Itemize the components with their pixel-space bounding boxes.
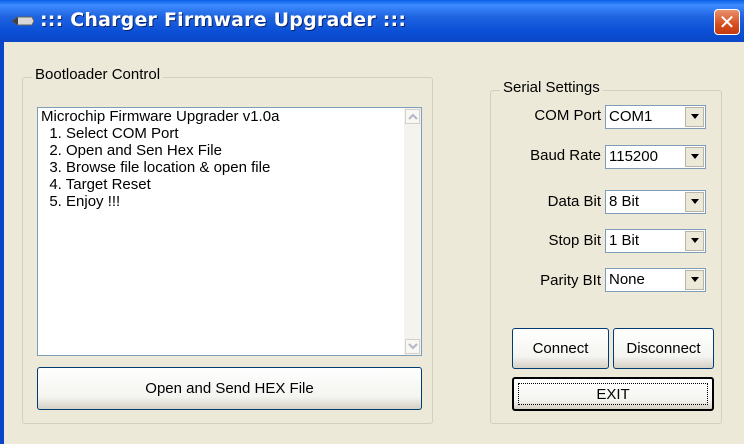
pen-icon: [12, 16, 34, 26]
parity-bit-label: Parity BIt: [540, 272, 601, 289]
bootloader-group-label: Bootloader Control: [32, 66, 164, 83]
window-frame-left: [0, 42, 4, 444]
log-line: 4. Target Reset: [41, 176, 151, 193]
vertical-scrollbar[interactable]: [404, 108, 421, 355]
com-port-dropdown-button[interactable]: [685, 107, 704, 127]
chevron-down-icon: [691, 199, 699, 204]
log-line: 1. Select COM Port: [41, 125, 179, 142]
stop-bit-dropdown-button[interactable]: [685, 231, 704, 251]
disconnect-button[interactable]: Disconnect: [613, 328, 714, 369]
connect-label: Connect: [532, 340, 589, 357]
com-port-label: COM Port: [534, 107, 601, 124]
baud-rate-value: 115200: [609, 148, 658, 165]
log-line: 5. Enjoy !!!: [41, 193, 121, 210]
baud-rate-dropdown-button[interactable]: [685, 147, 704, 167]
close-icon: ✕: [718, 10, 736, 34]
log-line: 2. Open and Sen Hex File: [41, 142, 222, 159]
scroll-down-icon: [408, 343, 418, 350]
chevron-down-icon: [691, 277, 699, 282]
parity-bit-dropdown-button[interactable]: [685, 270, 704, 290]
baud-rate-select[interactable]: 115200: [605, 145, 706, 169]
serial-settings-group-label: Serial Settings: [500, 79, 603, 96]
connect-button[interactable]: Connect: [512, 328, 609, 369]
exit-button[interactable]: EXIT: [512, 377, 714, 411]
stop-bit-select[interactable]: 1 Bit: [605, 229, 706, 253]
scroll-up-icon: [408, 113, 418, 120]
com-port-select[interactable]: COM1: [605, 105, 706, 129]
serial-settings-group: [490, 90, 722, 424]
parity-bit-select[interactable]: None: [605, 268, 706, 292]
data-bit-value: 8 Bit: [609, 193, 640, 210]
parity-bit-value: None: [609, 271, 645, 288]
scroll-up-button[interactable]: [405, 109, 420, 124]
log-textarea[interactable]: Microchip Firmware Upgrader v1.0a 1. Sel…: [37, 107, 422, 356]
open-send-hex-button[interactable]: Open and Send HEX File: [37, 367, 422, 410]
data-bit-label: Data Bit: [547, 193, 601, 210]
com-port-value: COM1: [609, 108, 653, 125]
stop-bit-value: 1 Bit: [609, 232, 640, 249]
stop-bit-label: Stop Bit: [548, 232, 601, 249]
close-button[interactable]: ✕: [714, 9, 740, 35]
chevron-down-icon: [691, 114, 699, 119]
baud-rate-label: Baud Rate: [530, 147, 601, 164]
scroll-down-button[interactable]: [405, 339, 420, 354]
log-line: Microchip Firmware Upgrader v1.0a: [41, 108, 280, 125]
open-send-hex-label: Open and Send HEX File: [145, 380, 314, 397]
chevron-down-icon: [691, 238, 699, 243]
exit-label: EXIT: [596, 386, 630, 403]
app-window: ::: Charger Firmware Upgrader ::: ✕ Boot…: [0, 0, 744, 444]
title-bar[interactable]: ::: Charger Firmware Upgrader ::: ✕: [0, 0, 744, 42]
window-title: ::: Charger Firmware Upgrader :::: [40, 9, 407, 31]
chevron-down-icon: [691, 154, 699, 159]
log-line: 3. Browse file location & open file: [41, 159, 271, 176]
log-text: Microchip Firmware Upgrader v1.0a 1. Sel…: [41, 108, 279, 210]
data-bit-select[interactable]: 8 Bit: [605, 190, 706, 214]
data-bit-dropdown-button[interactable]: [685, 192, 704, 212]
disconnect-label: Disconnect: [626, 340, 701, 357]
